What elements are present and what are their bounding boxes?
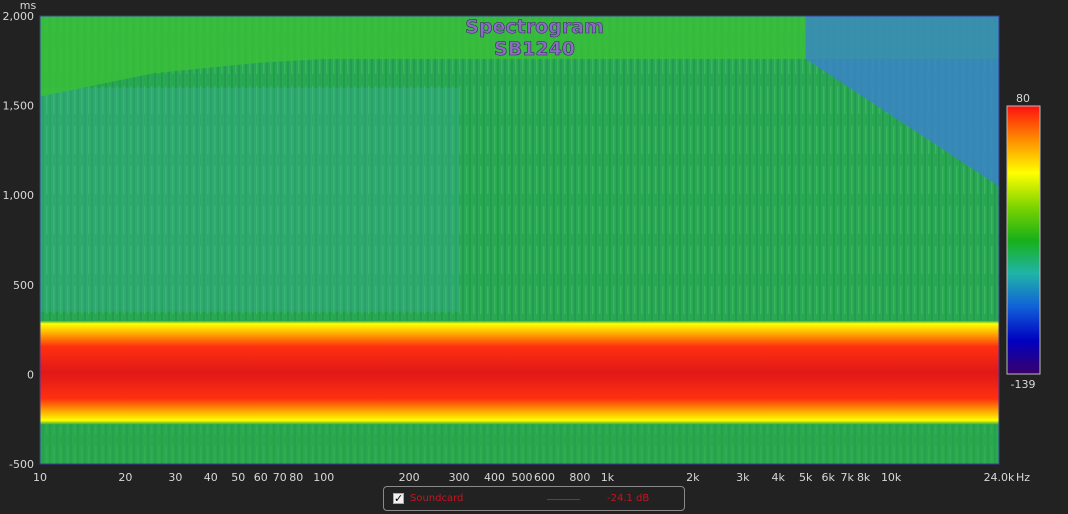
x-tick-label: 200 xyxy=(399,471,420,484)
x-tick-label: 2k xyxy=(686,471,700,484)
x-axis: 10 20 30 40 50 60 70 80 100 200 300 400 500 600 800 1k 2… xyxy=(33,471,1015,484)
x-tick-label: 6k xyxy=(822,471,836,484)
x-tick-label: 400 xyxy=(484,471,505,484)
x-tick-label: 10 xyxy=(33,471,47,484)
x-tick-label: 50 xyxy=(231,471,245,484)
spectrogram-plot-area xyxy=(40,16,999,464)
y-tick-label: 500 xyxy=(13,279,34,292)
legend-checkbox-soundcard[interactable]: ✓ xyxy=(393,493,404,504)
x-tick-label: 300 xyxy=(449,471,470,484)
x-tick-label: 5k xyxy=(799,471,813,484)
pre-impulse-region xyxy=(40,424,999,464)
chart-subtitle: SB1240 xyxy=(494,38,575,60)
x-tick-label: 20 xyxy=(118,471,132,484)
y-axis-unit-label: ms xyxy=(20,0,37,12)
spectrogram-chart: Spectrogram SB1240 2,0001,5001,0005000-5… xyxy=(3,0,1041,484)
x-tick-label: 3k xyxy=(736,471,750,484)
colorbar-max-label: 80 xyxy=(1016,92,1030,105)
y-tick-label: 1,000 xyxy=(3,189,35,202)
x-tick-label: 10k xyxy=(881,471,902,484)
x-tick-label: 7k xyxy=(840,471,854,484)
x-tick-label: 8k xyxy=(857,471,871,484)
impulse-band xyxy=(40,320,999,425)
y-tick-label: -500 xyxy=(9,458,34,471)
x-tick-label: 4k xyxy=(772,471,786,484)
x-tick-label: 70 xyxy=(273,471,287,484)
x-tick-label: 100 xyxy=(313,471,334,484)
legend-series-value: -24.1 dB xyxy=(607,493,650,504)
legend-series-line xyxy=(547,499,580,500)
legend-series-name[interactable]: Soundcard xyxy=(410,493,463,505)
x-tick-label: 40 xyxy=(204,471,218,484)
x-tick-label: 500 xyxy=(512,471,533,484)
legend: ✓ Soundcard -24.1 dB xyxy=(383,486,685,511)
colorbar-min-label: -139 xyxy=(1011,378,1036,391)
x-tick-label: 24.0k xyxy=(984,471,1015,484)
colorbar: 80 -139 xyxy=(1006,92,1041,391)
y-axis: 2,0001,5001,0005000-500 xyxy=(3,10,35,471)
x-tick-label: 60 xyxy=(254,471,268,484)
colorbar-scale xyxy=(1006,105,1041,375)
x-tick-label: 1k xyxy=(601,471,615,484)
y-tick-label: 1,500 xyxy=(3,100,35,113)
x-tick-label: 30 xyxy=(168,471,182,484)
x-tick-label: 600 xyxy=(534,471,555,484)
x-tick-label: 800 xyxy=(569,471,590,484)
chart-title: Spectrogram xyxy=(465,16,604,38)
low-frequency-haze xyxy=(40,87,460,312)
x-axis-unit-label: Hz xyxy=(1016,471,1030,484)
high-frequency-top-region xyxy=(805,16,999,60)
y-tick-label: 0 xyxy=(27,368,34,381)
x-tick-label: 80 xyxy=(289,471,303,484)
